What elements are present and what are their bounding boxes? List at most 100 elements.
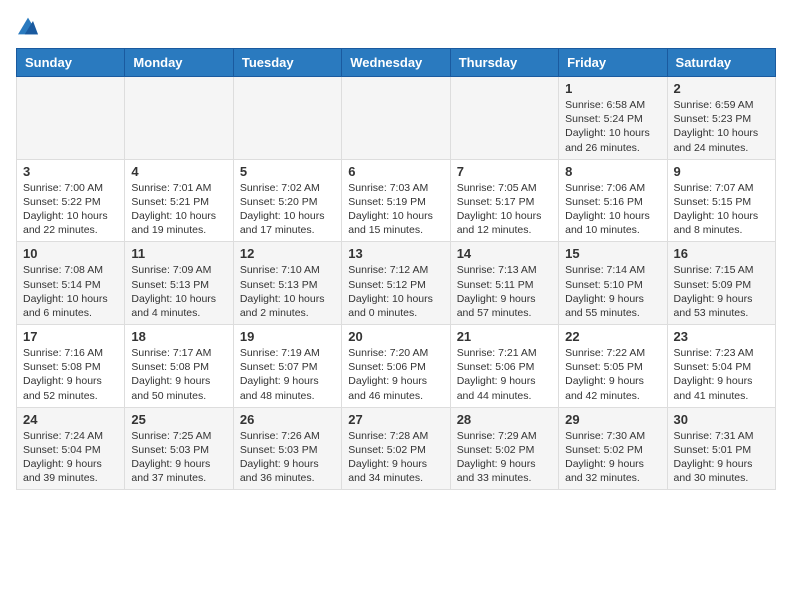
day-info: Daylight: 10 hours and 12 minutes. [457,209,552,237]
day-info: Sunset: 5:02 PM [565,443,660,457]
day-number: 11 [131,246,226,261]
day-number: 4 [131,164,226,179]
day-info: Sunset: 5:23 PM [674,112,769,126]
day-header-friday: Friday [559,49,667,77]
calendar-cell: 7Sunrise: 7:05 AMSunset: 5:17 PMDaylight… [450,159,558,242]
day-info: Sunrise: 7:09 AM [131,263,226,277]
calendar-cell: 26Sunrise: 7:26 AMSunset: 5:03 PMDayligh… [233,407,341,490]
calendar-cell: 25Sunrise: 7:25 AMSunset: 5:03 PMDayligh… [125,407,233,490]
calendar-cell: 24Sunrise: 7:24 AMSunset: 5:04 PMDayligh… [17,407,125,490]
day-info: Sunrise: 7:12 AM [348,263,443,277]
day-number: 6 [348,164,443,179]
day-header-thursday: Thursday [450,49,558,77]
calendar-cell: 17Sunrise: 7:16 AMSunset: 5:08 PMDayligh… [17,325,125,408]
day-info: Daylight: 9 hours and 50 minutes. [131,374,226,402]
day-info: Daylight: 9 hours and 48 minutes. [240,374,335,402]
day-info: Daylight: 9 hours and 33 minutes. [457,457,552,485]
day-header-saturday: Saturday [667,49,775,77]
calendar-cell: 22Sunrise: 7:22 AMSunset: 5:05 PMDayligh… [559,325,667,408]
day-number: 16 [674,246,769,261]
day-number: 21 [457,329,552,344]
day-number: 14 [457,246,552,261]
calendar-cell [450,77,558,160]
day-number: 17 [23,329,118,344]
day-info: Sunset: 5:17 PM [457,195,552,209]
day-number: 25 [131,412,226,427]
day-number: 7 [457,164,552,179]
day-info: Daylight: 10 hours and 22 minutes. [23,209,118,237]
day-info: Daylight: 10 hours and 2 minutes. [240,292,335,320]
day-info: Sunset: 5:04 PM [23,443,118,457]
calendar-cell: 14Sunrise: 7:13 AMSunset: 5:11 PMDayligh… [450,242,558,325]
day-info: Daylight: 9 hours and 53 minutes. [674,292,769,320]
day-info: Daylight: 10 hours and 24 minutes. [674,126,769,154]
day-info: Daylight: 9 hours and 57 minutes. [457,292,552,320]
day-info: Daylight: 9 hours and 41 minutes. [674,374,769,402]
day-info: Sunrise: 7:25 AM [131,429,226,443]
calendar-cell: 9Sunrise: 7:07 AMSunset: 5:15 PMDaylight… [667,159,775,242]
day-info: Daylight: 9 hours and 36 minutes. [240,457,335,485]
day-info: Sunrise: 6:58 AM [565,98,660,112]
day-number: 18 [131,329,226,344]
day-info: Sunset: 5:02 PM [348,443,443,457]
day-info: Daylight: 9 hours and 34 minutes. [348,457,443,485]
day-info: Sunrise: 7:28 AM [348,429,443,443]
day-info: Sunrise: 7:24 AM [23,429,118,443]
calendar-cell: 30Sunrise: 7:31 AMSunset: 5:01 PMDayligh… [667,407,775,490]
day-number: 13 [348,246,443,261]
calendar-cell: 13Sunrise: 7:12 AMSunset: 5:12 PMDayligh… [342,242,450,325]
day-info: Sunrise: 7:23 AM [674,346,769,360]
day-header-tuesday: Tuesday [233,49,341,77]
day-number: 8 [565,164,660,179]
day-info: Daylight: 9 hours and 44 minutes. [457,374,552,402]
day-number: 20 [348,329,443,344]
day-info: Daylight: 10 hours and 4 minutes. [131,292,226,320]
day-info: Sunrise: 7:03 AM [348,181,443,195]
calendar-cell: 28Sunrise: 7:29 AMSunset: 5:02 PMDayligh… [450,407,558,490]
day-info: Sunrise: 7:17 AM [131,346,226,360]
day-info: Sunset: 5:09 PM [674,278,769,292]
calendar-cell: 19Sunrise: 7:19 AMSunset: 5:07 PMDayligh… [233,325,341,408]
day-info: Sunset: 5:16 PM [565,195,660,209]
day-info: Sunrise: 7:29 AM [457,429,552,443]
calendar-cell: 21Sunrise: 7:21 AMSunset: 5:06 PMDayligh… [450,325,558,408]
calendar-week-2: 3Sunrise: 7:00 AMSunset: 5:22 PMDaylight… [17,159,776,242]
calendar-cell: 4Sunrise: 7:01 AMSunset: 5:21 PMDaylight… [125,159,233,242]
day-info: Daylight: 9 hours and 46 minutes. [348,374,443,402]
day-info: Sunset: 5:11 PM [457,278,552,292]
day-number: 5 [240,164,335,179]
day-number: 28 [457,412,552,427]
day-info: Sunrise: 7:31 AM [674,429,769,443]
day-info: Sunrise: 7:00 AM [23,181,118,195]
day-info: Daylight: 10 hours and 19 minutes. [131,209,226,237]
day-info: Daylight: 9 hours and 32 minutes. [565,457,660,485]
day-info: Daylight: 10 hours and 10 minutes. [565,209,660,237]
calendar-cell: 8Sunrise: 7:06 AMSunset: 5:16 PMDaylight… [559,159,667,242]
day-number: 30 [674,412,769,427]
calendar-cell: 2Sunrise: 6:59 AMSunset: 5:23 PMDaylight… [667,77,775,160]
day-number: 19 [240,329,335,344]
calendar-header-row: SundayMondayTuesdayWednesdayThursdayFrid… [17,49,776,77]
calendar-week-4: 17Sunrise: 7:16 AMSunset: 5:08 PMDayligh… [17,325,776,408]
calendar-week-3: 10Sunrise: 7:08 AMSunset: 5:14 PMDayligh… [17,242,776,325]
day-info: Daylight: 9 hours and 52 minutes. [23,374,118,402]
calendar-cell [17,77,125,160]
day-info: Sunrise: 7:15 AM [674,263,769,277]
day-info: Sunset: 5:22 PM [23,195,118,209]
day-info: Sunset: 5:06 PM [348,360,443,374]
day-info: Sunrise: 7:01 AM [131,181,226,195]
day-info: Sunset: 5:10 PM [565,278,660,292]
calendar-week-5: 24Sunrise: 7:24 AMSunset: 5:04 PMDayligh… [17,407,776,490]
day-info: Daylight: 10 hours and 6 minutes. [23,292,118,320]
day-number: 23 [674,329,769,344]
day-number: 15 [565,246,660,261]
day-number: 22 [565,329,660,344]
day-info: Sunrise: 7:07 AM [674,181,769,195]
calendar-cell: 15Sunrise: 7:14 AMSunset: 5:10 PMDayligh… [559,242,667,325]
day-info: Sunset: 5:19 PM [348,195,443,209]
day-info: Sunset: 5:08 PM [131,360,226,374]
day-info: Sunset: 5:06 PM [457,360,552,374]
day-info: Daylight: 9 hours and 55 minutes. [565,292,660,320]
day-info: Sunrise: 7:19 AM [240,346,335,360]
day-info: Sunrise: 7:26 AM [240,429,335,443]
